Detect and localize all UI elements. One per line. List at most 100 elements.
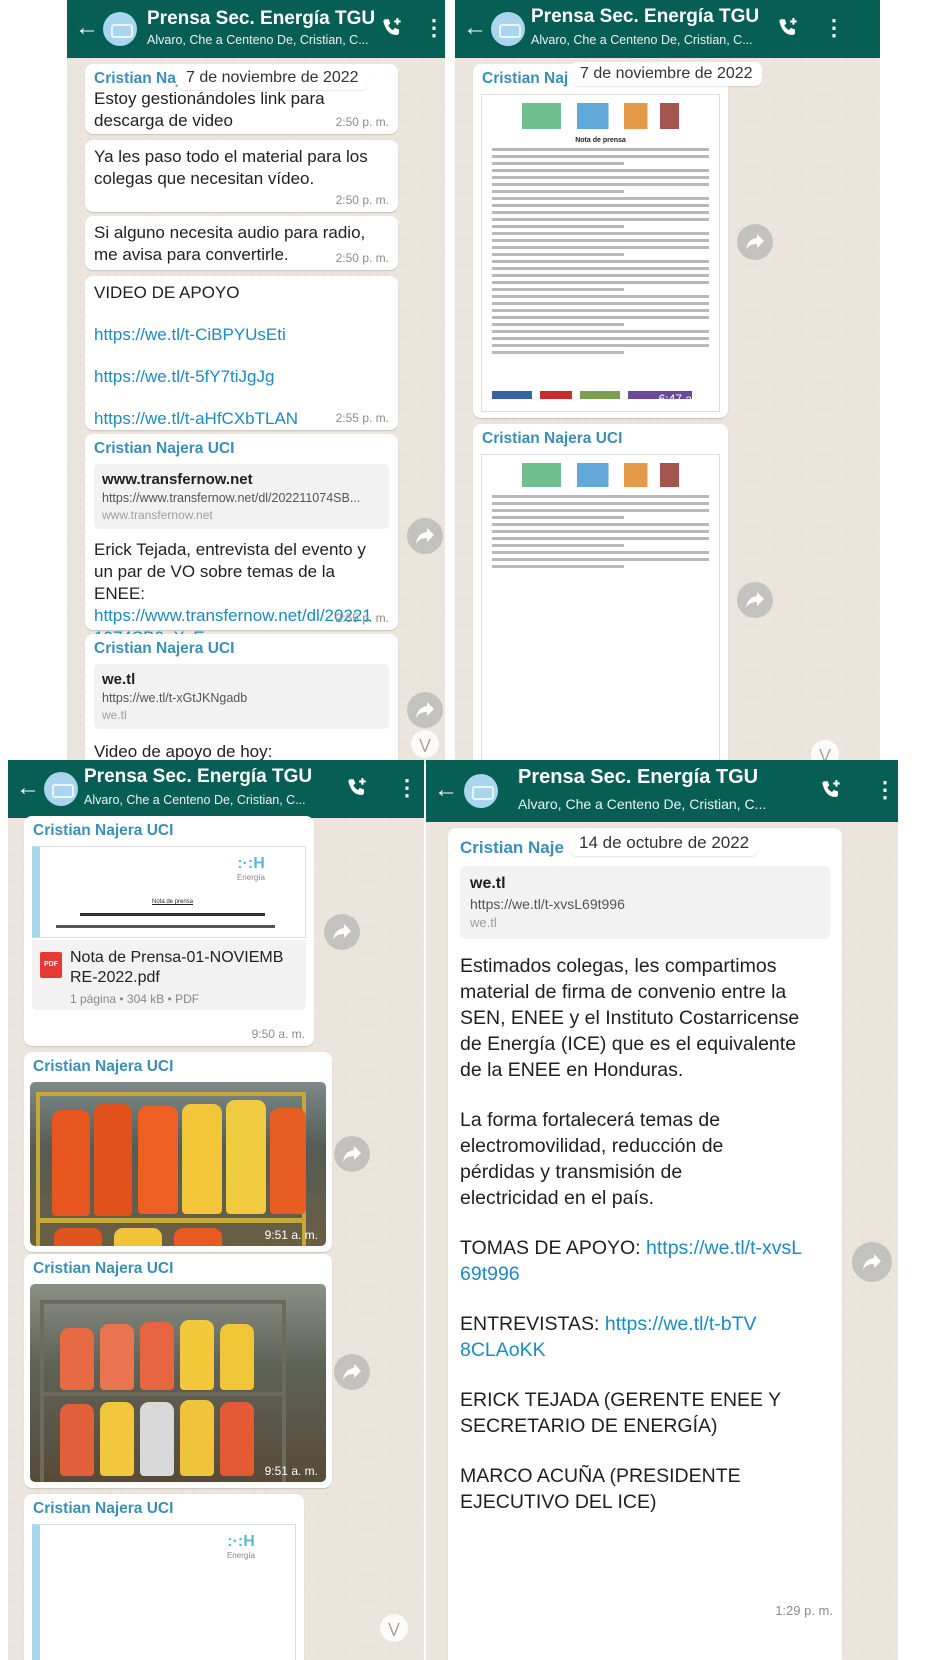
press-release-image[interactable]	[481, 454, 720, 764]
more-options-icon[interactable]: ⋮	[874, 776, 896, 806]
chat-participants[interactable]: Alvaro, Che a Centeno De, Cristian, C...	[531, 33, 753, 47]
add-call-icon[interactable]	[818, 778, 844, 804]
back-arrow-icon[interactable]: ←	[16, 774, 40, 802]
more-options-icon[interactable]: ⋮	[823, 14, 845, 44]
forward-button[interactable]	[407, 518, 443, 554]
chat-participants[interactable]: Alvaro, Che a Centeno De, Cristian, C...	[147, 33, 369, 47]
forward-icon	[746, 234, 764, 250]
chat-title[interactable]: Prensa Sec. Energía TGU	[147, 8, 375, 30]
date-chip: 7 de noviembre de 2022	[571, 62, 762, 86]
image-message-bubble: Cristian Najera UCI	[473, 424, 728, 764]
back-arrow-icon[interactable]: ←	[434, 776, 458, 804]
message-paragraph: MARCO ACUÑA (PRESIDENTE EJECUTIVO DEL IC…	[460, 1465, 741, 1513]
forward-button[interactable]	[334, 1136, 370, 1172]
group-avatar[interactable]	[491, 12, 525, 46]
gas-cylinder	[182, 1104, 222, 1214]
chat-title[interactable]: Prensa Sec. Energía TGU	[84, 766, 312, 788]
sender-name[interactable]: Cristian Najera UCI	[33, 822, 305, 840]
more-options-icon[interactable]: ⋮	[396, 774, 418, 804]
gas-cylinders-photo[interactable]	[30, 1082, 326, 1246]
forward-button[interactable]	[407, 692, 443, 728]
forward-button[interactable]	[852, 1242, 892, 1282]
preview-url: https://we.tl/t-xGtJKNgadb	[102, 691, 248, 705]
message-paragraph: Estimados colegas, les compartimos mater…	[460, 955, 800, 1081]
gas-cylinder	[140, 1322, 174, 1390]
add-call-icon[interactable]	[344, 776, 370, 802]
preview-title: we.tl	[470, 875, 506, 892]
back-arrow-icon[interactable]: ←	[75, 14, 99, 42]
gas-cylinder	[52, 1110, 90, 1216]
shelf-bar	[40, 1392, 286, 1396]
gas-cylinder	[114, 1228, 162, 1246]
document-heading: Nota de prensa	[575, 137, 626, 144]
forward-icon	[343, 1364, 361, 1380]
scroll-down-button[interactable]: ⋁	[380, 1614, 408, 1642]
entrevistas-label: ENTREVISTAS:	[460, 1313, 605, 1335]
message-paragraph: La forma fortalecerá temas de electromov…	[460, 1109, 724, 1209]
image-message-bubble: Cristian Najera UCI 9:51 a. m.	[24, 1254, 332, 1488]
link-preview[interactable]: we.tl https://we.tl/t-xGtJKNgadb we.tl	[94, 664, 389, 729]
sender-name[interactable]: Cristian Najera UCI	[33, 1260, 323, 1278]
more-options-icon[interactable]: ⋮	[423, 14, 445, 44]
forward-button[interactable]	[324, 914, 360, 950]
forward-icon	[746, 592, 764, 608]
message-body: Erick Tejada, entrevista del evento y un…	[94, 540, 366, 603]
group-avatar[interactable]	[44, 772, 78, 806]
message-time: 2:50 p. m.	[335, 193, 389, 207]
gas-cylinder	[94, 1104, 132, 1216]
message-bubble: Cristian Najera UCI we.tl https://we.tl/…	[85, 634, 398, 764]
message-time: 2:50 p. m.	[335, 115, 389, 129]
sender-name[interactable]: Cristian Najera UCI	[33, 1500, 295, 1518]
forward-icon	[343, 1146, 361, 1162]
chat-participants[interactable]: Alvaro, Che a Centeno De, Cristian, C...	[518, 796, 766, 812]
group-avatar[interactable]	[464, 774, 498, 808]
message-time: 9:51 a. m.	[264, 1464, 318, 1478]
chat-header: ← Prensa Sec. Energía TGU Alvaro, Che a …	[67, 0, 445, 58]
sender-name[interactable]: Cristian Najera UCI	[94, 640, 389, 658]
gas-cylinder	[174, 1228, 222, 1246]
forward-button[interactable]	[334, 1354, 370, 1390]
preview-title: www.transfernow.net	[102, 471, 253, 488]
message-bubble: VIDEO DE APOYO https://we.tl/t-CiBPYUsEt…	[85, 276, 398, 430]
chat-header: ← Prensa Sec. Energía TGU Alvaro, Che a …	[8, 760, 424, 818]
scroll-down-button[interactable]: ⋁	[411, 730, 439, 758]
forward-icon	[333, 924, 351, 940]
message-link[interactable]: https://we.tl/t-CiBPYUsEti	[94, 324, 389, 346]
gas-cylinders-photo[interactable]	[30, 1284, 326, 1482]
message-time: 2:55 p. m.	[335, 411, 389, 425]
back-arrow-icon[interactable]: ←	[463, 14, 487, 42]
pdf-thumbnail[interactable]: :·:H Energía Nota de prensa	[32, 846, 306, 938]
chat-participants[interactable]: Alvaro, Che a Centeno De, Cristian, C...	[84, 793, 306, 807]
chat-panel-b: ← Prensa Sec. Energía TGU Alvaro, Che a …	[455, 0, 880, 764]
pdf-thumbnail[interactable]: :·:H Energía	[32, 1524, 296, 1660]
message-bubble: Cristian Najera UCI www.transfernow.net …	[85, 434, 398, 647]
add-call-icon[interactable]	[775, 16, 801, 42]
gas-cylinder	[60, 1404, 94, 1476]
pdf-file-row[interactable]: PDF Nota de Prensa-01-NOVIEMBRE-2022.pdf…	[32, 940, 306, 1010]
preview-url: https://www.transfernow.net/dl/202211074…	[102, 491, 361, 505]
press-release-image[interactable]: Nota de prensa	[481, 94, 720, 412]
message-paragraph: TOMAS DE APOYO: https://we.tl/t-xvsL69t9…	[460, 1235, 805, 1287]
link-preview[interactable]: www.transfernow.net https://www.transfer…	[94, 464, 389, 529]
chat-title[interactable]: Prensa Sec. Energía TGU	[518, 766, 758, 789]
gas-cylinder	[220, 1324, 254, 1390]
add-call-icon[interactable]	[379, 16, 405, 42]
sender-name[interactable]: Cristian Najera UCI	[94, 440, 389, 458]
sender-name[interactable]: Cristian Najera UCI	[33, 1058, 323, 1076]
message-time: 1:29 p. m.	[775, 1603, 833, 1618]
sender-name[interactable]: Cristian Najera UCI	[482, 430, 719, 448]
forward-button[interactable]	[737, 582, 773, 618]
preview-domain: we.tl	[470, 915, 497, 930]
chat-panel-a: ← Prensa Sec. Energía TGU Alvaro, Che a …	[67, 0, 445, 764]
chat-panel-d: ← Prensa Sec. Energía TGU Alvaro, Che a …	[426, 760, 898, 1660]
energia-wordmark: Energía	[226, 1551, 255, 1560]
chat-title[interactable]: Prensa Sec. Energía TGU	[531, 6, 759, 28]
preview-url: https://we.tl/t-xvsL69t996	[470, 896, 625, 912]
forward-button[interactable]	[737, 224, 773, 260]
pdf-file-icon: PDF	[40, 952, 62, 978]
message-time: 2:55 p. m.	[335, 611, 389, 625]
message-text: Estoy gestionándoles link para descarga …	[94, 89, 325, 130]
link-preview[interactable]: we.tl https://we.tl/t-xvsL69t996 we.tl	[460, 866, 830, 939]
group-avatar[interactable]	[103, 12, 137, 46]
message-link[interactable]: https://we.tl/t-5fY7tiJgJg	[94, 366, 389, 388]
